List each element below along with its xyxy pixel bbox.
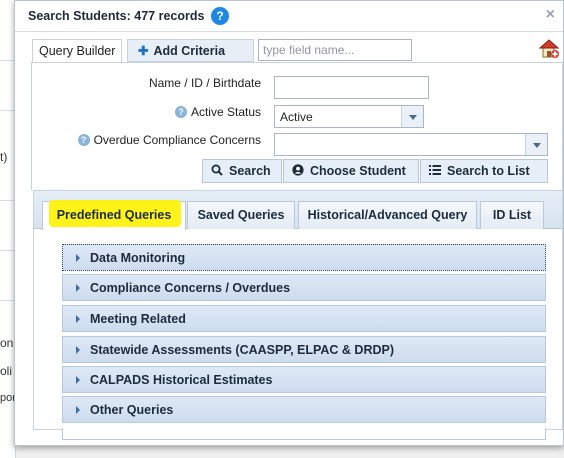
search-button-label: Search — [229, 164, 271, 178]
chevron-down-icon[interactable] — [401, 106, 423, 127]
help-icon[interactable]: ? — [211, 7, 229, 25]
search-to-list-button[interactable]: Search to List — [420, 159, 548, 183]
query-builder-label: Query Builder — [39, 44, 116, 58]
search-to-list-label: Search to List — [447, 164, 530, 178]
dialog-title: Search Students: 477 records — [28, 9, 205, 23]
caret-right-icon — [76, 376, 80, 384]
accordion-meeting-related[interactable]: Meeting Related — [62, 305, 546, 332]
query-builder-tab[interactable]: Query Builder — [32, 39, 123, 62]
question-icon[interactable]: ? — [77, 134, 90, 146]
list-icon — [429, 165, 441, 175]
accordion-data-monitoring[interactable]: Data Monitoring — [62, 244, 546, 271]
query-panel: Name / ID / Birthdate ? Active Status Act… — [31, 62, 563, 190]
accordion-label: Data Monitoring — [90, 251, 186, 265]
overdue-compliance-select[interactable] — [274, 133, 548, 156]
overdue-compliance-label: Overdue Compliance Concerns — [93, 133, 261, 147]
field-name-search-input[interactable] — [258, 39, 412, 61]
accordion-label: Compliance Concerns / Overdues — [90, 281, 291, 295]
plus-icon: ✚ — [138, 44, 149, 58]
chevron-down-icon[interactable] — [525, 134, 547, 155]
search-icon — [211, 164, 223, 176]
accordion-label: Other Queries — [90, 403, 174, 417]
add-criteria-button[interactable]: ✚ Add Criteria — [127, 39, 254, 62]
tab-saved-queries[interactable]: Saved Queries — [187, 201, 295, 229]
background-text: t) — [0, 150, 8, 164]
overdue-label-row: ? Overdue Compliance Concerns — [32, 133, 261, 147]
choose-student-button[interactable]: Choose Student — [283, 159, 419, 183]
active-status-label: Active Status — [190, 105, 261, 119]
caret-right-icon — [76, 315, 80, 323]
dialog-titlebar: Search Students: 477 records ? × — [15, 1, 563, 32]
tab-label: Saved Queries — [197, 208, 285, 222]
close-icon[interactable]: × — [546, 6, 555, 24]
question-icon[interactable]: ? — [174, 106, 187, 118]
tab-predefined-queries[interactable]: Predefined Queries — [42, 200, 186, 230]
active-status-label-row: ? Active Status — [32, 105, 261, 119]
add-criteria-label: Add Criteria — [153, 44, 226, 58]
background-text: on — [0, 336, 14, 350]
choose-student-label: Choose Student — [310, 164, 406, 178]
tab-label: ID List — [492, 208, 532, 222]
tab-historical-advanced-query[interactable]: Historical/Advanced Query — [298, 201, 477, 229]
home-icon[interactable] — [538, 38, 560, 60]
accordion-label: Statewide Assessments (CAASPP, ELPAC & D… — [90, 343, 395, 357]
tab-id-list[interactable]: ID List — [480, 201, 544, 229]
tab-label: Historical/Advanced Query — [307, 208, 468, 222]
accordion-other-queries[interactable]: Other Queries — [62, 396, 546, 423]
caret-right-icon — [76, 406, 80, 414]
accordion-compliance-concerns[interactable]: Compliance Concerns / Overdues — [62, 274, 546, 301]
tab-label: Predefined Queries — [56, 208, 172, 222]
background-text: oli — [0, 364, 13, 378]
caret-right-icon — [76, 284, 80, 292]
search-students-dialog: Search Students: 477 records ? × Query B… — [14, 0, 564, 446]
accordion-label: Meeting Related — [90, 312, 186, 326]
caret-right-icon — [76, 254, 80, 262]
active-status-select[interactable]: Active — [274, 105, 424, 128]
search-button[interactable]: Search — [202, 159, 282, 183]
accordion-footer — [62, 428, 546, 440]
accordion-label: CALPADS Historical Estimates — [90, 373, 273, 387]
query-tabs-panel: Predefined Queries Saved Queries Histori… — [33, 190, 563, 440]
name-id-birthdate-input[interactable] — [274, 76, 429, 99]
active-status-value: Active — [280, 110, 313, 124]
query-toolbar: Query Builder ✚ Add Criteria — [15, 38, 563, 62]
name-id-birthdate-label: Name / ID / Birthdate — [148, 76, 261, 90]
user-icon — [292, 164, 304, 176]
accordion-calpads-historical[interactable]: CALPADS Historical Estimates — [62, 366, 546, 393]
tab-strip: Predefined Queries Saved Queries Histori… — [34, 191, 562, 230]
caret-right-icon — [76, 346, 80, 354]
accordion-statewide-assessments[interactable]: Statewide Assessments (CAASPP, ELPAC & D… — [62, 336, 546, 363]
